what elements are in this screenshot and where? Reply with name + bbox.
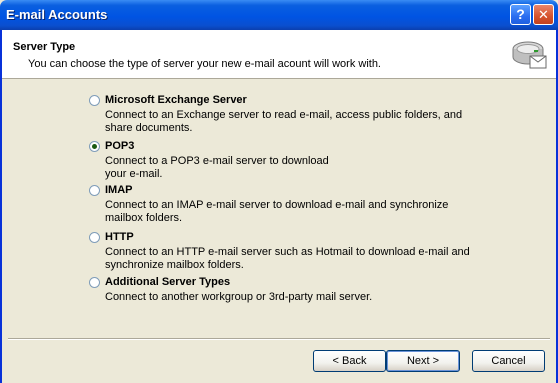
option-description: Connect to an IMAP e-mail server to down… bbox=[105, 199, 449, 224]
option-label[interactable]: IMAP bbox=[105, 184, 133, 196]
help-button[interactable]: ? bbox=[510, 4, 531, 25]
page-description: You can choose the type of server your n… bbox=[28, 58, 381, 70]
option-label[interactable]: HTTP bbox=[105, 231, 134, 243]
option-label[interactable]: POP3 bbox=[105, 140, 134, 152]
option-description: Connect to an HTTP e-mail server such as… bbox=[105, 246, 470, 271]
radio-imap[interactable] bbox=[89, 185, 100, 196]
option-description: Connect to an Exchange server to read e-… bbox=[105, 109, 463, 134]
option-description: Connect to another workgroup or 3rd-part… bbox=[105, 291, 373, 303]
back-button[interactable]: < Back bbox=[313, 350, 386, 372]
close-button[interactable]: ✕ bbox=[533, 4, 554, 25]
radio-additional[interactable] bbox=[89, 277, 100, 288]
mail-server-icon bbox=[512, 41, 547, 69]
footer-divider bbox=[8, 338, 550, 340]
help-icon: ? bbox=[516, 6, 525, 22]
window-title: E-mail Accounts bbox=[6, 7, 108, 22]
next-button[interactable]: Next > bbox=[386, 350, 460, 372]
radio-pop3[interactable] bbox=[89, 141, 100, 152]
page-title: Server Type bbox=[13, 41, 76, 53]
cancel-button[interactable]: Cancel bbox=[472, 350, 545, 372]
radio-http[interactable] bbox=[89, 232, 100, 243]
option-label[interactable]: Microsoft Exchange Server bbox=[105, 94, 247, 106]
close-icon: ✕ bbox=[538, 7, 549, 22]
radio-exchange[interactable] bbox=[89, 95, 100, 106]
wizard-header: Server Type You can choose the type of s… bbox=[0, 30, 558, 79]
email-accounts-dialog: E-mail Accounts ? ✕ Server Type You can … bbox=[0, 0, 558, 383]
window-frame bbox=[0, 30, 2, 383]
option-description: Connect to a POP3 e-mail server to downl… bbox=[105, 155, 329, 180]
title-bar[interactable]: E-mail Accounts ? ✕ bbox=[0, 0, 558, 30]
option-label[interactable]: Additional Server Types bbox=[105, 276, 230, 288]
